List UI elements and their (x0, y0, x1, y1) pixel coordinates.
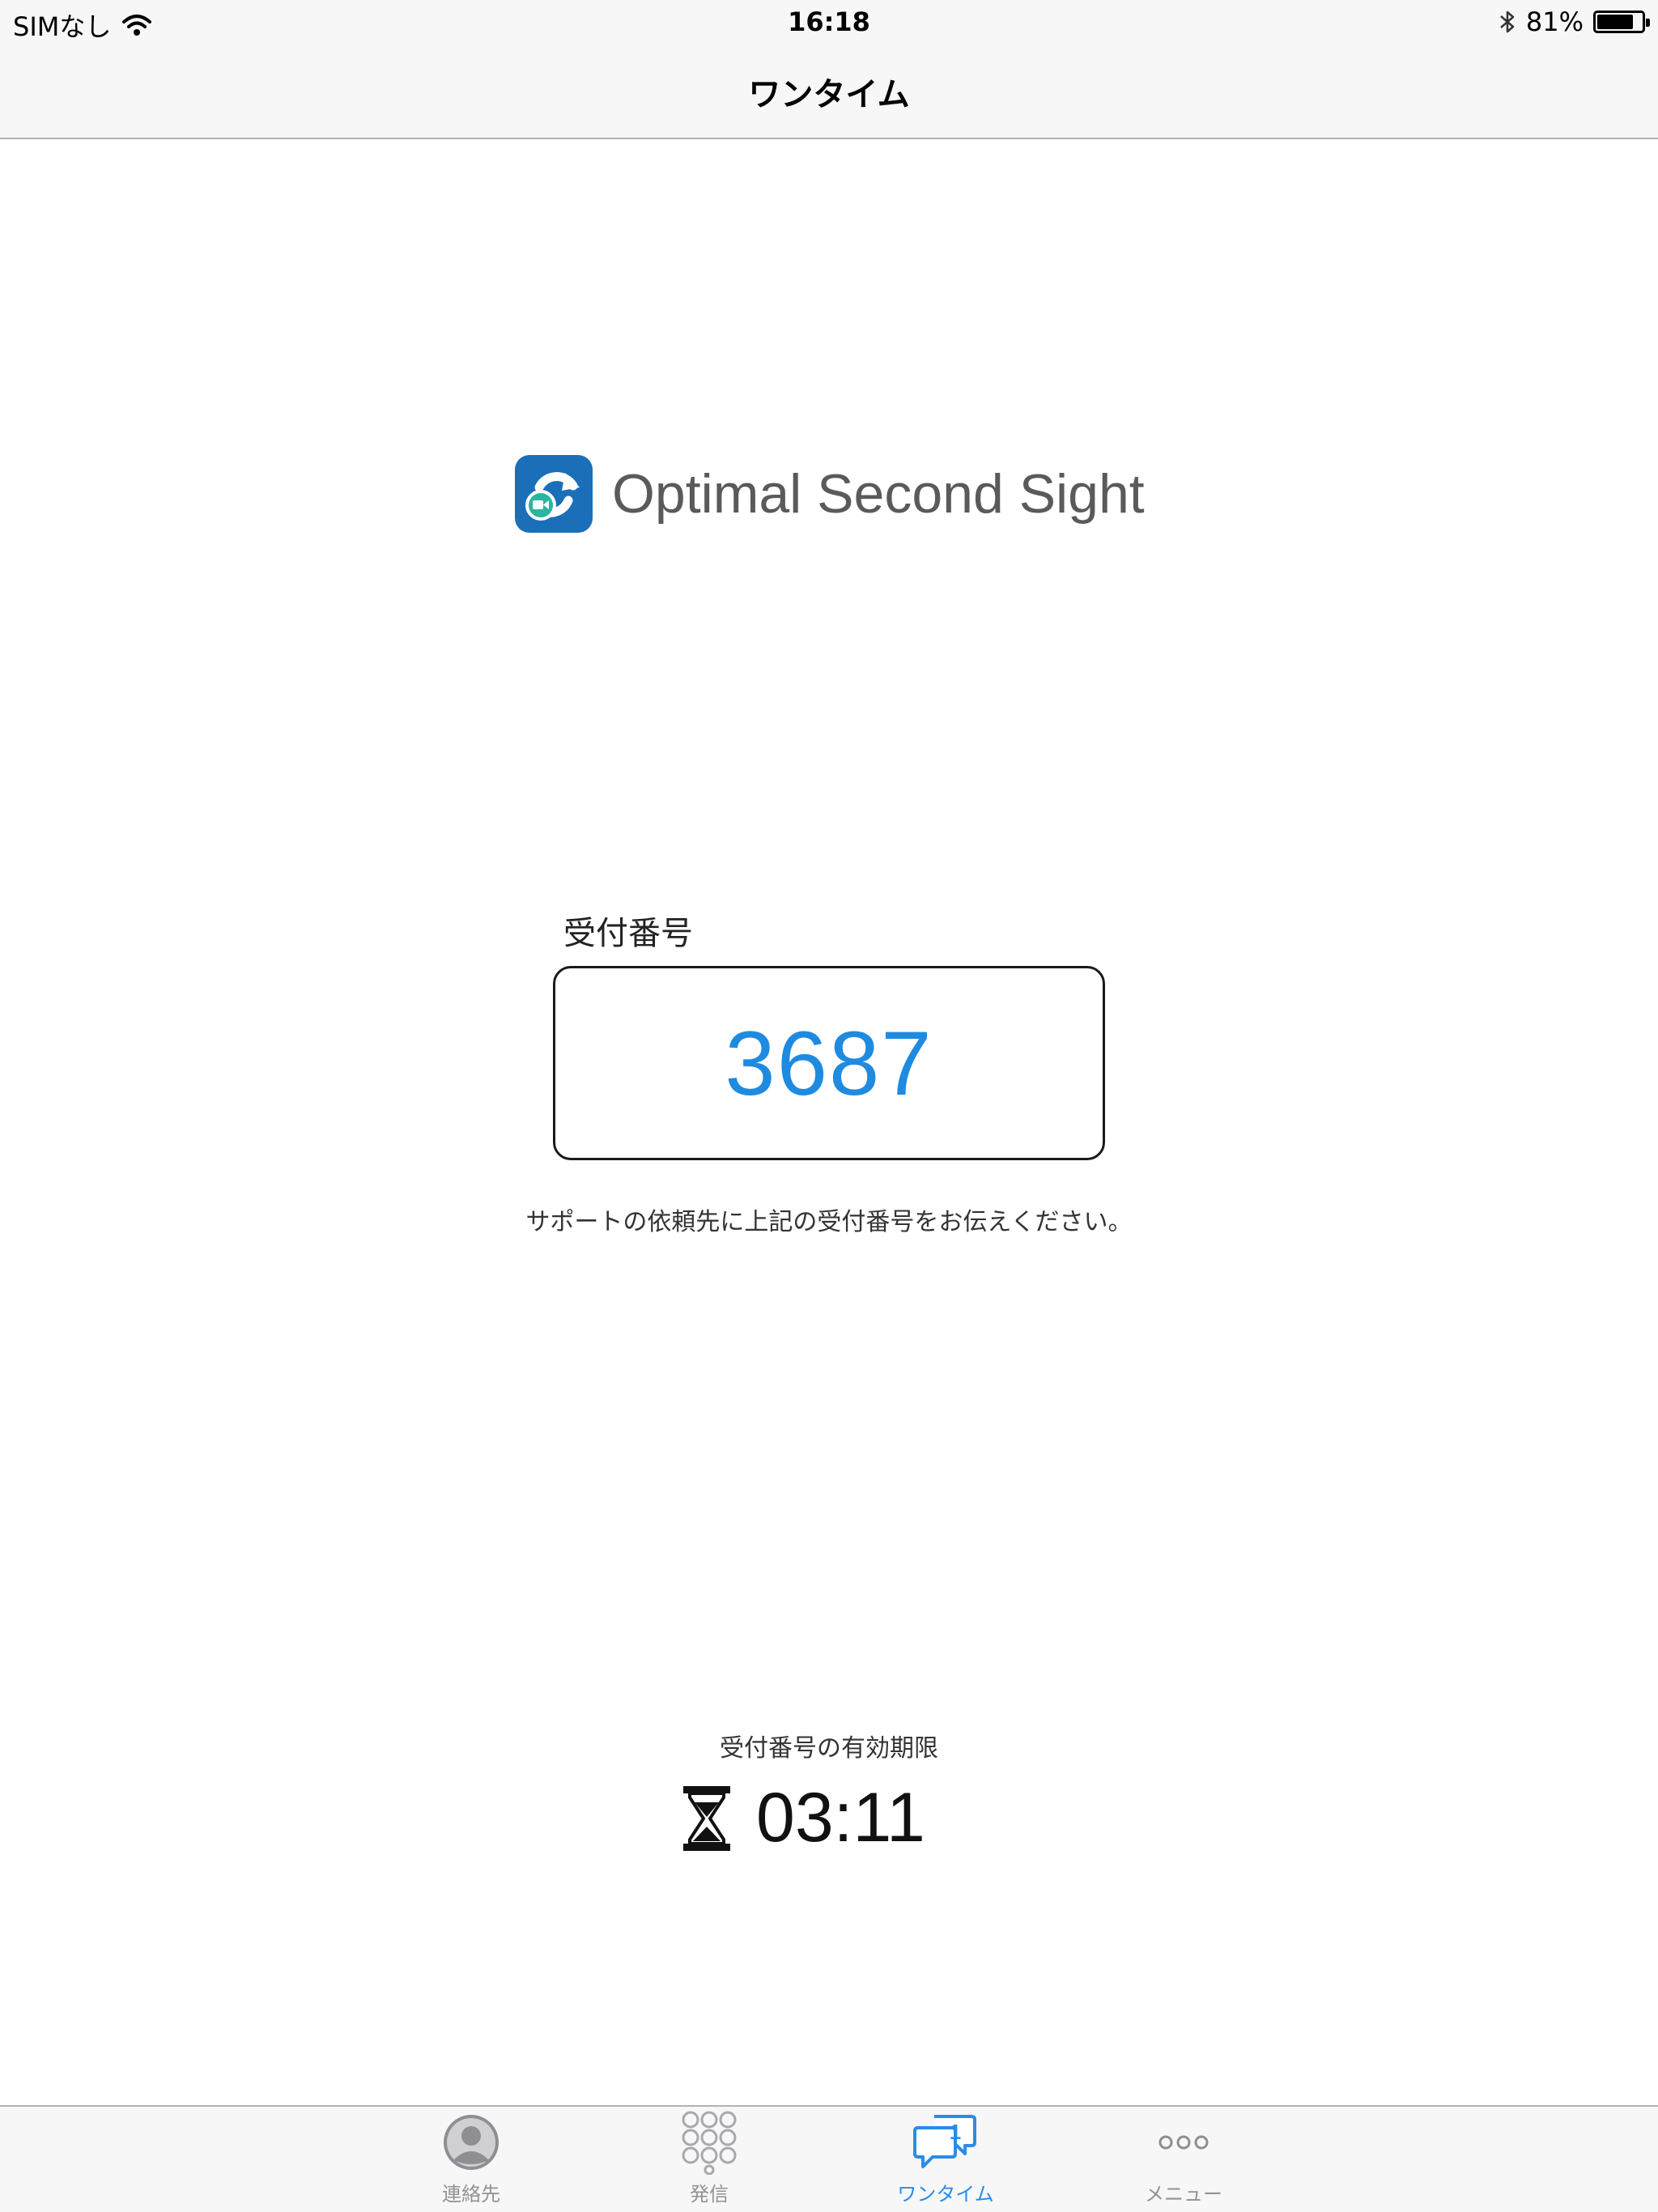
more-icon (1158, 2135, 1209, 2150)
tab-label: 連絡先 (442, 2183, 500, 2206)
app-logo: Optimal Second Sight (515, 455, 1145, 533)
page-title: ワンタイム (748, 76, 910, 113)
battery-icon (1593, 11, 1650, 33)
tab-bar: 連絡先 発信 1 ワンタイム メニュー (0, 2105, 1658, 2212)
expiry-timer: 03:11 (680, 1778, 925, 1858)
battery-tip (1646, 19, 1650, 27)
keypad-icon (682, 2111, 737, 2175)
chat-bubble-icon: 1 (913, 2115, 976, 2168)
timer-value: 03:11 (756, 1779, 925, 1857)
reception-number: 3687 (725, 1012, 933, 1114)
expiry-label: 受付番号の有効期限 (720, 1734, 938, 1763)
tab-badge: 1 (950, 2120, 961, 2144)
navigation-bar: ワンタイム (0, 45, 1658, 139)
status-right: 81% (1499, 6, 1650, 37)
reception-number-box: 3687 (553, 966, 1105, 1160)
person-icon (444, 2115, 499, 2170)
status-bar: SIMなし 16:18 81% (0, 0, 1658, 45)
tab-dial[interactable]: 発信 (628, 2110, 790, 2210)
instruction-text: サポートの依頼先に上記の受付番号をお伝えください。 (525, 1208, 1133, 1236)
tab-label: メニュー (1145, 2183, 1222, 2206)
battery-level (1597, 15, 1633, 29)
tab-label: 発信 (690, 2183, 729, 2206)
bluetooth-icon (1500, 11, 1515, 33)
app-name: Optimal Second Sight (612, 463, 1145, 525)
app-logo-icon (515, 455, 593, 533)
reception-number-label: 受付番号 (563, 915, 693, 952)
status-time: 16:18 (788, 6, 870, 37)
battery-percent: 81% (1525, 6, 1584, 37)
tab-menu[interactable]: メニュー (1103, 2110, 1265, 2210)
hourglass-icon (683, 1785, 730, 1851)
tab-label: ワンタイム (897, 2183, 994, 2206)
tab-contacts[interactable]: 連絡先 (390, 2110, 552, 2210)
tab-onetime[interactable]: 1 ワンタイム (865, 2110, 1027, 2210)
